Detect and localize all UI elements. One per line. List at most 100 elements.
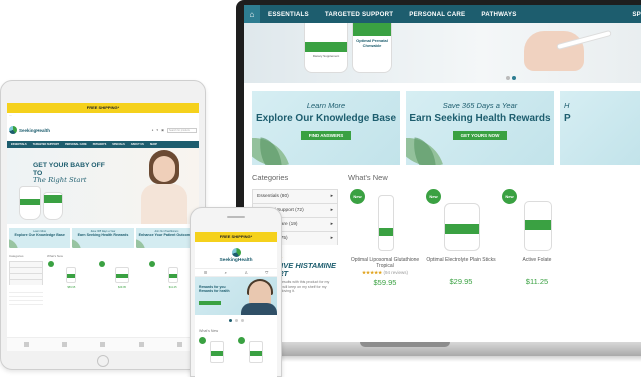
chevron-right-icon: ▸ — [330, 208, 333, 213]
product-card[interactable]: New Active Folate $11.25 — [500, 189, 574, 287]
category-label: Essentials (80) — [257, 194, 289, 199]
knowledge-base-card[interactable]: Learn More Explore Our Knowledge Base — [9, 228, 71, 248]
whats-new-title: What's New — [348, 173, 388, 182]
card-heading: Earn Seeking Health Rewards — [77, 233, 129, 237]
hero-carousel[interactable]: Dietary Supplement Optimal Prenatal Chew… — [244, 23, 641, 83]
hero-bottle-2: Optimal Prenatal Chewable — [352, 23, 392, 73]
tablet-home-button — [97, 355, 109, 367]
product-image[interactable] — [500, 189, 574, 253]
card-heading: Enhance Your Patient Outcomes — [138, 233, 195, 237]
rating-stars: ★★★★★ — [362, 270, 383, 275]
laptop-lip — [360, 342, 450, 347]
free-shipping-banner[interactable]: FREE SHIPPING* — [7, 103, 199, 113]
hero-button[interactable] — [199, 301, 221, 305]
product-card[interactable]: $59.95 — [47, 261, 96, 299]
nav-personal-care[interactable]: PERSONAL CARE — [401, 11, 473, 18]
phone-header: SeekingHealth — [195, 242, 277, 268]
practitioner-card[interactable]: H P — [560, 91, 640, 165]
product-name[interactable]: Active Folate — [500, 257, 574, 269]
feature-cards: Learn More Explore Our Knowledge Base FI… — [244, 83, 641, 165]
whats-new-title: What's New — [47, 254, 63, 258]
phone-product-list — [195, 333, 277, 367]
product-card[interactable]: New Optimal Electrolyte Plain Sticks $29… — [424, 189, 498, 287]
hero-bottle-1: Dietary Supplement — [304, 23, 348, 73]
product-card[interactable]: New Optimal Liposomal Glutathione Tropic… — [348, 189, 422, 287]
rewards-card[interactable]: Save 365 Days a Year Earn Seeking Health… — [406, 91, 554, 165]
review-count: (94 reviews) — [383, 270, 408, 275]
practitioner-card[interactable]: Join Our Practitioners Enhance Your Pati… — [135, 228, 197, 248]
hero-bottle — [43, 192, 63, 220]
nav-essentials[interactable]: ESSENTIALS — [11, 143, 27, 146]
nav-essentials[interactable]: ESSENTIALS — [260, 11, 317, 18]
nav-about[interactable]: ABOUT US — [131, 143, 144, 146]
phone-speaker — [227, 216, 245, 218]
product-card[interactable] — [238, 337, 273, 367]
logo-icon[interactable] — [231, 247, 241, 257]
nav-icon[interactable] — [23, 342, 29, 347]
card-heading: Explore Our Knowledge Base — [14, 233, 65, 237]
category-item[interactable] — [9, 279, 43, 285]
product-name[interactable]: Optimal Liposomal Glutathione Tropical — [348, 257, 422, 269]
tablet-screen: FREE SHIPPING* ⋯ SeekingHealth ● ♥ ▣ Sea… — [7, 103, 199, 351]
heart-icon[interactable]: ♥ — [156, 128, 158, 132]
nav-icon[interactable] — [177, 342, 183, 347]
nav-icon[interactable] — [100, 342, 106, 347]
nav-targeted-support[interactable]: TARGETED SUPPORT — [317, 11, 401, 18]
search-input[interactable]: Search for products — [167, 127, 197, 133]
product-card[interactable]: $29.95 — [98, 261, 147, 299]
carousel-dot[interactable] — [506, 76, 510, 80]
get-yours-now-button[interactable]: GET YOURS NOW — [452, 131, 508, 140]
phone-screen: FREE SHIPPING* SeekingHealth ☰ ⌕ ♙ ⛉ Rew… — [195, 232, 277, 377]
tablet-whats-new: What's New $59.95 $29.95 $11.25 — [47, 254, 197, 307]
nav-shop[interactable]: SHOP — [150, 143, 157, 146]
carousel-dots — [195, 315, 277, 325]
account-icon[interactable]: ♙ — [244, 270, 248, 275]
cart-icon[interactable]: ▣ — [161, 128, 164, 132]
product-list: New Optimal Liposomal Glutathione Tropic… — [348, 189, 641, 287]
cart-icon[interactable]: ⛉ — [265, 270, 268, 275]
nav-pathways[interactable]: PATHWAYS — [473, 11, 524, 18]
home-icon[interactable]: ⌂ — [244, 5, 260, 23]
free-shipping-banner[interactable]: FREE SHIPPING* — [195, 232, 277, 242]
chevron-right-icon: ▸ — [330, 194, 333, 199]
logo-icon[interactable] — [9, 126, 17, 134]
site-logo[interactable]: SeekingHealth — [219, 258, 252, 263]
nav-specials[interactable]: SPECIALS — [112, 143, 125, 146]
rewards-card[interactable]: Save 365 Days a Year Earn Seeking Health… — [72, 228, 134, 248]
menu-icon[interactable]: ☰ — [204, 270, 208, 275]
card-heading: Explore Our Knowledge Base — [255, 113, 397, 124]
product-card[interactable] — [199, 337, 234, 367]
carousel-dot[interactable] — [234, 318, 238, 322]
hero-title-italic: The Right Start — [33, 176, 87, 184]
laptop-shadow — [254, 356, 641, 362]
nav-targeted-support[interactable]: TARGETED SUPPORT — [33, 143, 59, 146]
promo-block[interactable] — [9, 289, 43, 307]
product-image[interactable] — [348, 189, 422, 253]
carousel-dot-active[interactable] — [228, 318, 232, 322]
nav-pathways[interactable]: PATHWAYS — [93, 143, 107, 146]
nav-icon[interactable] — [138, 342, 144, 347]
nav-personal-care[interactable]: PERSONAL CARE — [65, 143, 87, 146]
category-essentials[interactable]: Essentials (80) ▸ — [252, 189, 338, 203]
tablet-hero[interactable]: GET YOUR BABY OFF TO The Right Start — [7, 148, 199, 224]
main-nav: ⌂ ESSENTIALS TARGETED SUPPORT PERSONAL C… — [244, 5, 641, 23]
product-price: $29.95 — [449, 277, 473, 286]
card-subtitle: Save 365 Days a Year — [442, 101, 518, 110]
product-image[interactable] — [424, 189, 498, 253]
account-icon[interactable]: ● — [152, 128, 154, 132]
tablet-header: SeekingHealth ● ♥ ▣ Search for products — [7, 119, 199, 141]
find-answers-button[interactable]: FIND ANSWERS — [300, 131, 352, 140]
search-icon[interactable]: ⌕ — [225, 270, 227, 275]
site-logo[interactable]: SeekingHealth — [19, 128, 50, 133]
nav-icon[interactable] — [62, 342, 68, 347]
carousel-dot-active[interactable] — [512, 76, 516, 80]
phone-hero[interactable]: Rewards for you Rewards for health — [195, 277, 277, 315]
hero-text: Rewards for you Rewards for health — [199, 285, 230, 293]
tablet-main-content: Categories What's New $59.95 $29.95 $11.… — [7, 248, 199, 307]
nav-specials[interactable]: SP — [624, 11, 641, 18]
hero-title-main: GET YOUR BABY OFF TO — [33, 162, 105, 177]
carousel-dot[interactable] — [240, 318, 244, 322]
knowledge-base-card[interactable]: Learn More Explore Our Knowledge Base FI… — [252, 91, 400, 165]
product-name[interactable]: Optimal Electrolyte Plain Sticks — [424, 257, 498, 269]
laptop-screen: ⌂ ESSENTIALS TARGETED SUPPORT PERSONAL C… — [244, 5, 641, 342]
